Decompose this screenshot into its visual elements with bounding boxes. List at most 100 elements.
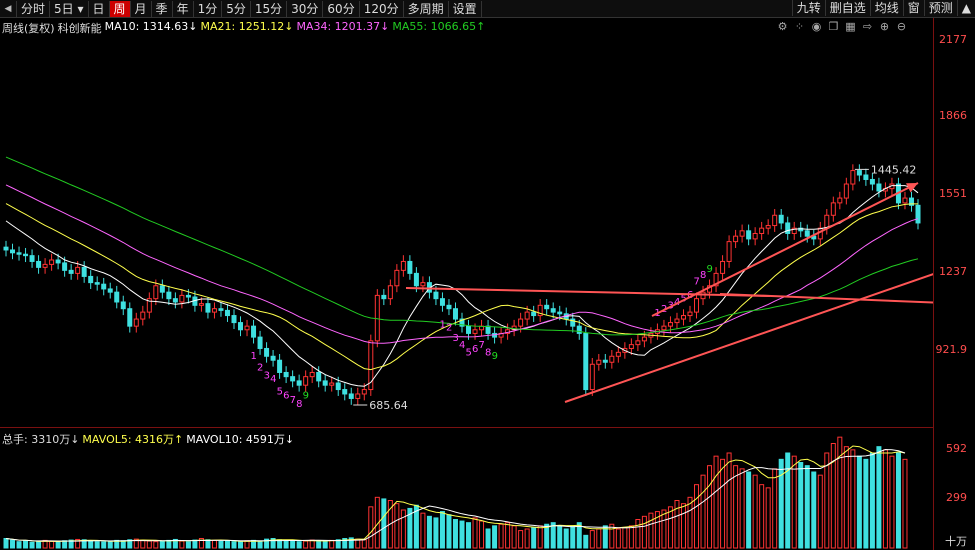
volume-bar xyxy=(785,452,791,549)
nine-turn-b-8: 8 xyxy=(485,347,491,358)
candle-body xyxy=(316,371,322,382)
candle-body xyxy=(524,311,530,320)
volume-bar xyxy=(472,517,478,549)
volume-bar xyxy=(596,528,602,549)
kline-chart[interactable]: 1445.42685.64123456789123456789123456789 xyxy=(0,0,933,550)
candle-body xyxy=(667,322,673,327)
candle-body xyxy=(765,225,771,229)
volume-bar xyxy=(557,525,563,549)
volume-bar xyxy=(824,452,830,549)
nine-turn-b-5: 5 xyxy=(466,347,472,358)
nine-turn-a-4: 4 xyxy=(270,374,276,385)
volume-bar xyxy=(192,539,198,549)
volume-bar xyxy=(531,526,537,549)
volume-bar xyxy=(290,540,296,549)
candle-body xyxy=(277,359,283,373)
candle-body xyxy=(322,380,328,386)
support-channel-arrow xyxy=(564,273,933,403)
candle-body xyxy=(127,308,133,327)
candle-body xyxy=(452,308,458,320)
volume-bar xyxy=(303,540,309,549)
volume-bar xyxy=(146,540,152,549)
candle-body xyxy=(902,197,908,204)
volume-legend: 总手: 3310万↓ MAVOL5: 4316万↑ MAVOL10: 4591万… xyxy=(2,431,297,447)
candle-body xyxy=(231,315,237,324)
candle-body xyxy=(589,363,595,391)
candle-body xyxy=(374,294,380,342)
candle-body xyxy=(159,285,165,293)
candle-body xyxy=(309,371,315,378)
volume-bar xyxy=(185,541,191,549)
candle-body xyxy=(680,315,686,320)
price-tick-1: 2177 xyxy=(939,33,967,46)
nine-turn-a-5: 5 xyxy=(277,386,283,397)
candle-body xyxy=(348,393,354,399)
candle-body xyxy=(550,308,556,313)
candle-body xyxy=(355,393,361,399)
candle-body xyxy=(16,252,22,255)
candle-body xyxy=(381,294,387,300)
price-tick-4: 1237 xyxy=(939,265,967,278)
nine-turn-a-6: 6 xyxy=(283,391,289,402)
candle-body xyxy=(446,304,452,310)
resistance-arrow xyxy=(719,293,933,304)
candle-body xyxy=(361,389,367,395)
volume-bar xyxy=(218,540,224,549)
volume-unit: 十万 xyxy=(945,535,967,548)
volume-bar xyxy=(511,525,517,549)
candle-body xyxy=(856,170,862,176)
candle-body xyxy=(198,303,204,306)
volume-bar xyxy=(759,484,765,549)
nine-turn-a-7: 7 xyxy=(290,395,296,406)
volume-bar xyxy=(238,541,244,549)
candle-body xyxy=(133,318,139,327)
collapse-icon[interactable]: ▲ xyxy=(956,0,975,16)
volume-bar xyxy=(400,509,406,549)
volume-bar xyxy=(641,515,647,549)
candle-body xyxy=(746,230,752,240)
candle-body xyxy=(759,227,765,234)
volume-bar xyxy=(518,530,524,549)
volume-bar xyxy=(817,474,823,549)
candle-body xyxy=(218,308,224,311)
volume-bar xyxy=(36,541,42,549)
volume-bar xyxy=(153,541,159,549)
volume-bar xyxy=(537,525,543,549)
volume-bar xyxy=(622,526,628,549)
candle-body xyxy=(42,263,48,268)
volume-bar xyxy=(694,484,700,549)
nine-turn-b-4: 4 xyxy=(459,340,465,351)
volume-bar xyxy=(856,455,862,549)
candle-body xyxy=(472,329,478,334)
volume-bar xyxy=(283,539,289,549)
volume-bar xyxy=(889,455,895,549)
candle-body xyxy=(876,183,882,192)
candle-body xyxy=(772,214,778,227)
volume-bar xyxy=(752,474,758,549)
candle-body xyxy=(172,298,178,303)
candle-body xyxy=(185,294,191,298)
volume-bar xyxy=(257,540,263,549)
volume-bar xyxy=(16,541,22,549)
volume-bar xyxy=(329,539,335,549)
volume-bar xyxy=(876,446,882,549)
volume-mavol10: MAVOL10: 4591万↓ xyxy=(186,433,295,446)
volume-bar xyxy=(10,539,16,549)
nine-turn-b-7: 7 xyxy=(479,340,485,351)
volume-bar xyxy=(733,465,739,549)
candle-body xyxy=(609,355,615,363)
price-tick-2: 1866 xyxy=(939,109,967,122)
candle-body xyxy=(329,382,335,386)
volume-bar xyxy=(661,509,667,549)
candle-body xyxy=(62,262,68,271)
candle-body xyxy=(88,275,94,284)
candle-body xyxy=(238,322,244,331)
candle-body xyxy=(576,325,582,334)
volume-bar xyxy=(882,449,888,549)
candle-body xyxy=(264,347,270,357)
nine-turn-b-6: 6 xyxy=(472,344,478,355)
candle-body xyxy=(335,382,341,391)
volume-bar xyxy=(433,517,439,549)
nine-turn-b-9: 9 xyxy=(492,351,498,362)
candle-body xyxy=(394,269,400,287)
